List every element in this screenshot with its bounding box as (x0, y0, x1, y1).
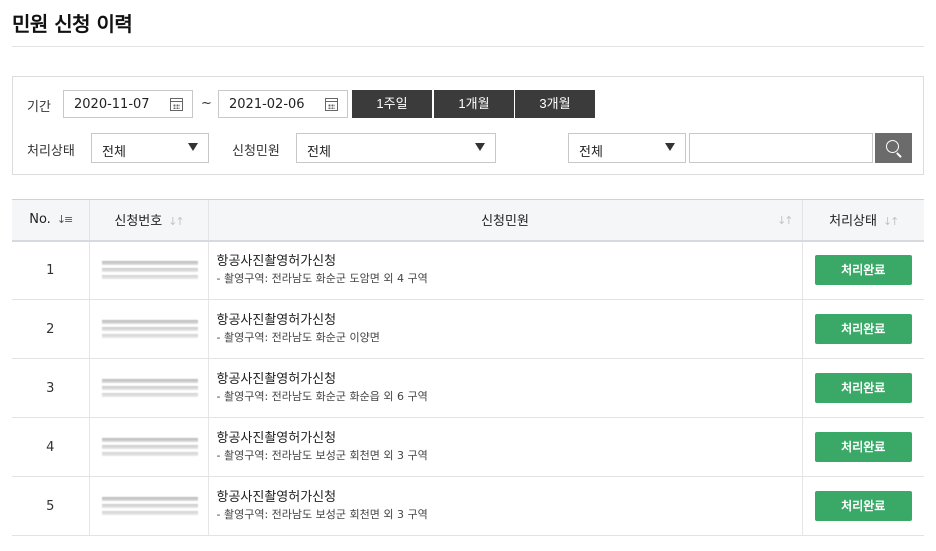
blurred-application-number (88, 358, 208, 418)
period-row: 기간 2020-11-07 ~ 2021-02-06 1주일 1개월 3개월 (13, 90, 923, 118)
dropdown-arrow-icon (188, 143, 198, 151)
civil-cell[interactable]: 항공사진촬영허가신청 - 촬영구역: 전라남도 화순군 도암면 외 4 구역 (207, 240, 802, 300)
table-row[interactable]: 2 항공사진촬영허가신청 - 촬영구역: 전라남도 화순군 이양면 처리완료 (12, 299, 924, 359)
row-no: 5 (12, 476, 89, 536)
period-3month-button[interactable]: 3개월 (515, 90, 595, 118)
civil-select-value: 전체 (307, 145, 331, 160)
status-filter-label: 처리상태 (27, 144, 75, 159)
start-date-value: 2020-11-07 (74, 97, 150, 112)
status-done-button[interactable]: 처리완료 (814, 255, 912, 286)
status-done-button[interactable]: 처리완료 (814, 491, 912, 521)
row-no: 2 (12, 299, 89, 359)
sort-icon[interactable]: ↓↑ (168, 215, 185, 228)
civil-select[interactable]: 전체 (296, 133, 496, 163)
civil-cell[interactable]: 항공사진촬영허가신청 - 촬영구역: 전라남도 보성군 회천면 외 3 구역 (207, 417, 802, 477)
filter-row: 처리상태 전체 신청민원 전체 전체 (13, 133, 923, 163)
blurred-application-number (88, 240, 208, 300)
civil-cell[interactable]: 항공사진촬영허가신청 - 촬영구역: 전라남도 화순군 이양면 (207, 299, 802, 359)
title-divider (12, 46, 924, 47)
sort-desc-icon[interactable]: ↓≡ (57, 213, 74, 226)
table-row[interactable]: 4 항공사진촬영허가신청 - 촬영구역: 전라남도 보성군 회천면 외 3 구역 … (12, 417, 924, 477)
blurred-application-number (88, 299, 208, 359)
blurred-application-number (88, 417, 208, 477)
civil-area: - 촬영구역: 전라남도 보성군 회천면 외 3 구역 (216, 449, 428, 462)
col-header-civil[interactable]: 신청민원 ↓↑ (207, 199, 802, 242)
civil-cell[interactable]: 항공사진촬영허가신청 - 촬영구역: 전라남도 보성군 회천면 외 3 구역 (207, 476, 802, 536)
table-row[interactable]: 1 항공사진촬영허가신청 - 촬영구역: 전라남도 화순군 도암면 외 4 구역 … (12, 240, 924, 300)
end-date-input[interactable]: 2021-02-06 (218, 90, 348, 118)
col-header-app-no[interactable]: 신청번호 ↓↑ (88, 199, 208, 242)
status-cell: 처리완료 (801, 476, 924, 536)
search-field-value: 전체 (579, 145, 603, 160)
blurred-application-number (88, 476, 208, 536)
dropdown-arrow-icon (665, 143, 675, 151)
civil-area: - 촬영구역: 전라남도 화순군 이양면 (216, 331, 380, 344)
status-done-button[interactable]: 처리완료 (814, 432, 912, 462)
civil-title[interactable]: 항공사진촬영허가신청 (209, 489, 802, 507)
table-header-row: No. ↓≡ 신청번호 ↓↑ 신청민원 ↓↑ 처리상태 ↓↑ (12, 199, 924, 242)
search-button[interactable] (875, 133, 912, 163)
status-select-value: 전체 (102, 145, 126, 160)
civil-filter-label: 신청민원 (232, 144, 280, 159)
status-done-button[interactable]: 처리완료 (814, 314, 912, 344)
period-label: 기간 (27, 100, 51, 115)
civil-area: - 촬영구역: 전라남도 화순군 도암면 외 4 구역 (216, 272, 428, 286)
civil-area: - 촬영구역: 전라남도 보성군 회천면 외 3 구역 (216, 508, 428, 521)
start-date-input[interactable]: 2020-11-07 (63, 90, 193, 118)
calendar-icon[interactable] (325, 98, 338, 111)
civil-title[interactable]: 항공사진촬영허가신청 (209, 371, 802, 389)
table-row[interactable]: 3 항공사진촬영허가신청 - 촬영구역: 전라남도 화순군 화순읍 외 6 구역 … (12, 358, 924, 418)
status-cell: 처리완료 (801, 417, 924, 477)
search-field-select[interactable]: 전체 (568, 133, 686, 163)
civil-title[interactable]: 항공사진촬영허가신청 (209, 430, 802, 448)
row-no: 3 (12, 358, 89, 418)
civil-history-table: No. ↓≡ 신청번호 ↓↑ 신청민원 ↓↑ 처리상태 ↓↑ 1 항공사진촬영허가신청 -… (12, 199, 924, 536)
dropdown-arrow-icon (475, 143, 485, 151)
calendar-icon[interactable] (170, 98, 183, 111)
status-cell: 처리완료 (801, 299, 924, 359)
keyword-input[interactable] (689, 133, 873, 163)
row-no: 4 (12, 417, 89, 477)
col-header-no[interactable]: No. ↓≡ (12, 199, 89, 242)
period-1week-button[interactable]: 1주일 (352, 90, 432, 118)
status-cell: 처리완료 (801, 240, 924, 300)
page-title: 민원 신청 이력 (12, 12, 133, 36)
sort-icon[interactable]: ↓↑ (777, 214, 794, 227)
status-select[interactable]: 전체 (91, 133, 209, 163)
col-header-status[interactable]: 처리상태 ↓↑ (801, 199, 924, 242)
status-cell: 처리완료 (801, 358, 924, 418)
period-1month-button[interactable]: 1개월 (434, 90, 514, 118)
date-range-separator: ~ (201, 96, 212, 111)
table-row[interactable]: 5 항공사진촬영허가신청 - 촬영구역: 전라남도 보성군 회천면 외 3 구역 … (12, 476, 924, 536)
sort-icon[interactable]: ↓↑ (883, 215, 900, 228)
civil-cell[interactable]: 항공사진촬영허가신청 - 촬영구역: 전라남도 화순군 화순읍 외 6 구역 (207, 358, 802, 418)
row-no: 1 (12, 240, 89, 300)
civil-title[interactable]: 항공사진촬영허가신청 (209, 312, 802, 330)
civil-area: - 촬영구역: 전라남도 화순군 화순읍 외 6 구역 (216, 390, 428, 403)
search-panel: 기간 2020-11-07 ~ 2021-02-06 1주일 1개월 3개월 처… (12, 76, 924, 175)
status-done-button[interactable]: 처리완료 (814, 373, 912, 403)
civil-title[interactable]: 항공사진촬영허가신청 (209, 253, 802, 271)
end-date-value: 2021-02-06 (229, 97, 305, 112)
